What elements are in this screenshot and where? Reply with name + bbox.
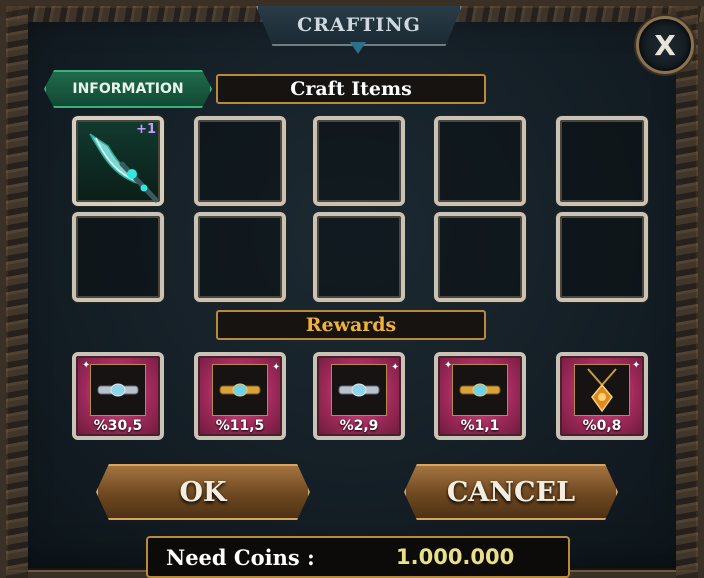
reward-item-2[interactable]: ✦ %11,5 — [194, 352, 286, 440]
need-coins-label: Need Coins : — [166, 544, 315, 570]
craft-slot-10[interactable] — [556, 212, 648, 302]
reward-item-5[interactable]: ✦ %0,8 — [556, 352, 648, 440]
craft-slot-5[interactable] — [556, 116, 648, 206]
decorative-root-left — [6, 6, 28, 578]
craft-slot-3[interactable] — [313, 116, 405, 206]
window-title-plate: CRAFTING — [256, 6, 462, 46]
need-coins-bar: Need Coins : 1.000.000 — [146, 536, 570, 578]
window-title: CRAFTING — [297, 14, 421, 36]
close-icon: X — [654, 28, 676, 62]
reward-item-1[interactable]: ✦ %30,5 — [72, 352, 164, 440]
amulet-icon — [574, 364, 630, 416]
craft-slot-4[interactable] — [434, 116, 526, 206]
ok-button[interactable]: OK — [96, 464, 310, 520]
crafting-window: CRAFTING X INFORMATION Craft Items +1 Re… — [0, 0, 704, 578]
title-gem-ornament — [350, 42, 366, 54]
silver-bracelet-icon — [331, 364, 387, 416]
reward-item-3[interactable]: ✦ %2,9 — [313, 352, 405, 440]
decorative-root-right — [676, 6, 698, 578]
need-coins-value: 1.000.000 — [396, 545, 515, 569]
reward-chance: %1,1 — [460, 418, 500, 434]
craft-slot-1[interactable]: +1 — [72, 116, 164, 206]
reward-chance: %11,5 — [215, 418, 265, 434]
craft-slot-7[interactable] — [194, 212, 286, 302]
reward-chance: %30,5 — [93, 418, 143, 434]
reward-chance: %0,8 — [582, 418, 622, 434]
craft-slot-2[interactable] — [194, 116, 286, 206]
craft-slot-8[interactable] — [313, 212, 405, 302]
enhance-level-badge: +1 — [136, 122, 156, 137]
reward-item-4[interactable]: ✦ %1,1 — [434, 352, 526, 440]
silver-bracelet-icon — [90, 364, 146, 416]
gold-bracelet-icon — [212, 364, 268, 416]
rewards-header: Rewards — [216, 310, 486, 340]
craft-slot-6[interactable] — [72, 212, 164, 302]
cancel-button[interactable]: CANCEL — [404, 464, 618, 520]
craft-items-header: Craft Items — [216, 74, 486, 104]
craft-slot-9[interactable] — [434, 212, 526, 302]
reward-chance: %2,9 — [339, 418, 379, 434]
close-button[interactable]: X — [636, 16, 694, 74]
gold-bracelet-icon — [452, 364, 508, 416]
information-button[interactable]: INFORMATION — [44, 70, 212, 108]
